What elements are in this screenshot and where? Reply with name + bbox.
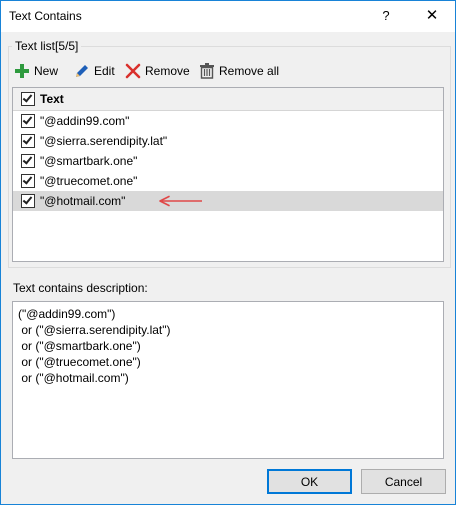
column-header-text: Text — [40, 92, 64, 106]
list-item-text: "@hotmail.com" — [40, 194, 126, 208]
arrow-left-icon — [158, 195, 204, 210]
description-line: or ("@hotmail.com") — [18, 371, 129, 385]
description-line: or ("@truecomet.one") — [18, 355, 141, 369]
cancel-button[interactable]: Cancel — [361, 469, 446, 494]
edit-button-label: Edit — [94, 64, 115, 78]
remove-all-button[interactable]: Remove all — [198, 60, 279, 82]
description-line: ("@addin99.com") — [18, 307, 116, 321]
description-label: Text contains description: — [13, 281, 148, 295]
new-button-label: New — [34, 64, 59, 78]
list-item-selected[interactable]: "@hotmail.com" — [13, 191, 443, 211]
list-item[interactable]: "@truecomet.one" — [13, 171, 443, 191]
description-line: or ("@smartbark.one") — [18, 339, 141, 353]
plus-icon — [13, 62, 31, 80]
description-box[interactable]: ("@addin99.com") or ("@sierra.serendipit… — [12, 301, 444, 459]
remove-button-label: Remove — [145, 64, 190, 78]
item-checkbox[interactable] — [21, 154, 35, 168]
list-item[interactable]: "@smartbark.one" — [13, 151, 443, 171]
trash-can-icon — [198, 62, 216, 80]
select-all-checkbox[interactable] — [21, 92, 35, 106]
new-button[interactable]: New — [13, 60, 58, 82]
list-item-text: "@addin99.com" — [40, 114, 130, 128]
remove-all-button-label: Remove all — [219, 64, 280, 78]
list-item-text: "@smartbark.one" — [40, 154, 138, 168]
item-checkbox[interactable] — [21, 194, 35, 208]
description-line: or ("@sierra.serendipity.lat") — [18, 323, 171, 337]
title-bar[interactable]: Text Contains ? ✕ — [1, 1, 455, 32]
item-checkbox[interactable] — [21, 134, 35, 148]
pencil-icon — [73, 62, 91, 80]
list-item[interactable]: "@addin99.com" — [13, 111, 443, 131]
list-item-text: "@truecomet.one" — [40, 174, 138, 188]
item-checkbox[interactable] — [21, 114, 35, 128]
list-header[interactable]: Text — [13, 88, 443, 111]
text-list[interactable]: Text "@addin99.com" "@sierra.serendipity… — [12, 87, 444, 262]
close-button[interactable]: ✕ — [421, 5, 443, 27]
window-title: Text Contains — [9, 9, 82, 23]
item-checkbox[interactable] — [21, 174, 35, 188]
ok-button[interactable]: OK — [267, 469, 352, 494]
edit-button[interactable]: Edit — [73, 60, 115, 82]
list-item[interactable]: "@sierra.serendipity.lat" — [13, 131, 443, 151]
text-list-group-label: Text list[5/5] — [12, 39, 82, 53]
help-button[interactable]: ? — [375, 5, 397, 27]
list-item-text: "@sierra.serendipity.lat" — [40, 134, 168, 148]
dialog-window: Text Contains ? ✕ Text list[5/5] New Edi… — [0, 0, 456, 505]
remove-button[interactable]: Remove — [124, 60, 190, 82]
red-x-icon — [124, 62, 142, 80]
